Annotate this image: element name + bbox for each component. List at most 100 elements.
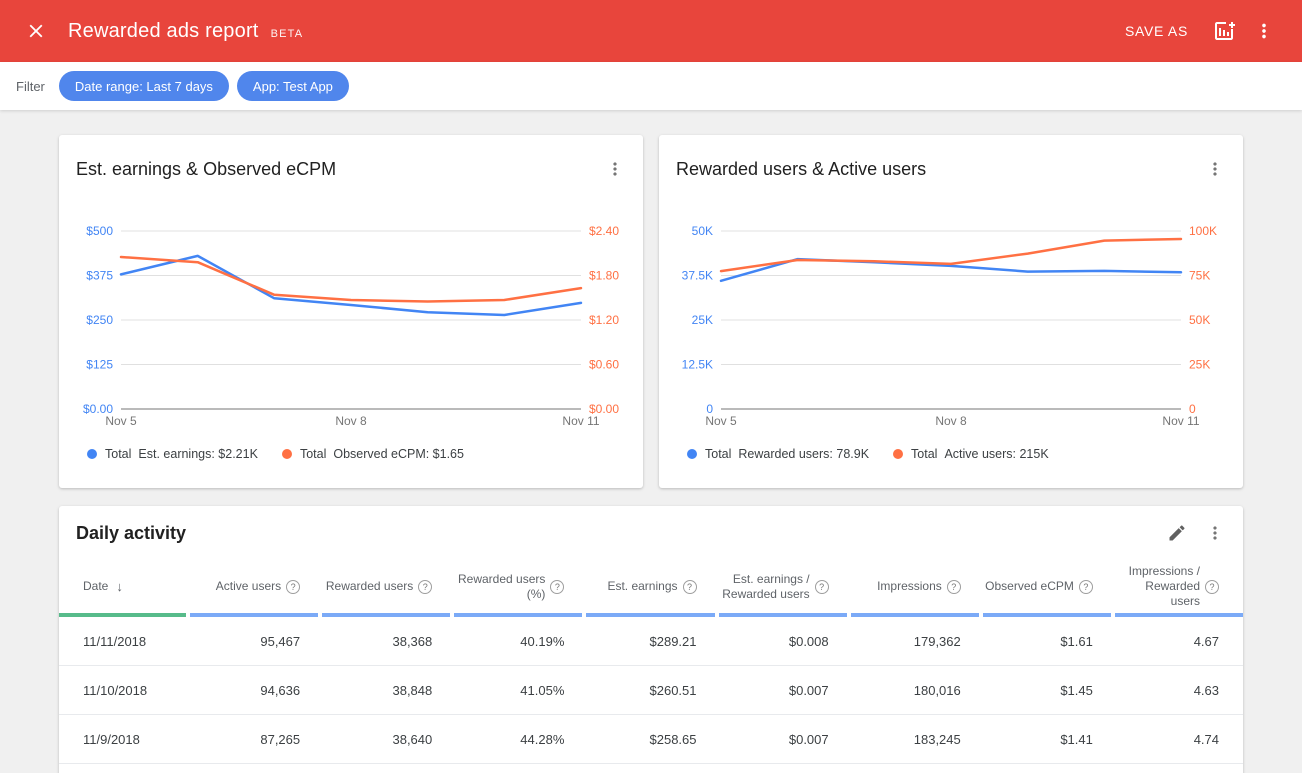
daily-table-header-row: Date↓Active users?Rewarded users?Rewarde…: [59, 560, 1243, 617]
legend-dot: [282, 449, 292, 459]
table-actions: [1165, 521, 1227, 545]
title-group: Rewarded ads report BETA: [68, 20, 303, 43]
value-cell: $1.41: [983, 715, 1111, 763]
column-header-rewarded-users[interactable]: Rewarded users?: [322, 560, 450, 617]
overflow-menu-icon[interactable]: [1252, 19, 1276, 43]
svg-text:Nov 8: Nov 8: [335, 414, 367, 428]
svg-text:50K: 50K: [692, 224, 713, 238]
svg-text:75K: 75K: [1189, 269, 1210, 283]
column-header-impressions[interactable]: Impressions?: [851, 560, 979, 617]
rewarded-active-users-card: Rewarded users & Active users 0012.5K25K…: [659, 135, 1243, 488]
svg-text:$1.20: $1.20: [589, 313, 619, 327]
column-header-date[interactable]: Date ↓: [59, 560, 186, 617]
app-bar-actions: SAVE AS: [1117, 17, 1276, 45]
legend-prefix: Total: [705, 447, 731, 461]
value-cell: 180,016: [851, 666, 979, 714]
close-icon[interactable]: [24, 19, 48, 43]
legend-text: Observed eCPM: $1.65: [333, 447, 464, 461]
svg-text:$1.80: $1.80: [589, 269, 619, 283]
filter-chip-app[interactable]: App: Test App: [237, 71, 349, 101]
save-as-button[interactable]: SAVE AS: [1117, 17, 1196, 45]
chart-title: Rewarded users & Active users: [676, 157, 926, 181]
column-label: Est. earnings / Rewarded users: [719, 572, 810, 602]
chart-menu-icon[interactable]: [1203, 157, 1227, 181]
legend-item: Total Active users: 215K: [893, 447, 1049, 461]
legend-text: Est. earnings: $2.21K: [138, 447, 258, 461]
value-cell: 4.67: [1115, 617, 1243, 665]
rewarded-active-users-chart[interactable]: 0012.5K25K25K50K37.5K75K50K100KNov 5Nov …: [675, 199, 1227, 435]
value-cell: $289.21: [586, 617, 714, 665]
value-cell: 4.63: [1115, 666, 1243, 714]
help-icon[interactable]: ?: [1079, 580, 1093, 594]
value-cell: $0.007: [719, 715, 847, 763]
chart-legend: Total Est. earnings: $2.21K Total Observ…: [87, 447, 643, 461]
daily-activity-card: Daily activity Date↓Active users?Rewarde…: [59, 506, 1243, 773]
column-label: Observed eCPM: [985, 579, 1074, 594]
value-cell: $260.51: [586, 666, 714, 714]
help-icon[interactable]: ?: [1205, 580, 1219, 594]
value-cell: $0.007: [719, 666, 847, 714]
table-row[interactable]: 11/10/201894,63638,84841.05%$260.51$0.00…: [59, 666, 1243, 715]
legend-dot: [893, 449, 903, 459]
value-cell: $1.61: [983, 617, 1111, 665]
column-header-impressions-rewarded-users[interactable]: Impressions / Rewarded users?: [1115, 560, 1243, 617]
column-label: Date: [83, 579, 108, 594]
legend-dot: [687, 449, 697, 459]
svg-text:$0.60: $0.60: [589, 358, 619, 372]
value-cell: 179,362: [851, 617, 979, 665]
help-icon[interactable]: ?: [815, 580, 829, 594]
value-cell: 87,265: [190, 715, 318, 763]
app-bar: Rewarded ads report BETA SAVE AS: [0, 0, 1302, 62]
svg-text:$250: $250: [86, 313, 113, 327]
table-menu-icon[interactable]: [1203, 521, 1227, 545]
value-cell: 38,368: [322, 617, 450, 665]
date-cell: 11/9/2018: [59, 715, 186, 763]
add-chart-icon[interactable]: [1212, 19, 1236, 43]
value-cell: $0.008: [719, 617, 847, 665]
date-cell: 11/11/2018: [59, 617, 186, 665]
value-cell: 183,245: [851, 715, 979, 763]
help-icon[interactable]: ?: [683, 580, 697, 594]
svg-text:Nov 8: Nov 8: [935, 414, 967, 428]
date-cell: 11/10/2018: [59, 666, 186, 714]
table-row[interactable]: 11/11/201895,46738,36840.19%$289.21$0.00…: [59, 617, 1243, 666]
svg-text:100K: 100K: [1189, 224, 1217, 238]
page-title: Rewarded ads report: [68, 20, 259, 43]
earnings-ecpm-chart[interactable]: $0.00$0.00$125$0.60$250$1.20$375$1.80$50…: [75, 199, 627, 435]
chart-menu-icon[interactable]: [603, 157, 627, 181]
value-cell: $1.45: [983, 666, 1111, 714]
help-icon[interactable]: ?: [418, 580, 432, 594]
filter-bar: Filter Date range: Last 7 days App: Test…: [0, 62, 1302, 110]
column-header-est-earnings[interactable]: Est. earnings?: [586, 560, 714, 617]
column-label: Rewarded users: [326, 579, 413, 594]
svg-text:25K: 25K: [692, 313, 713, 327]
table-row[interactable]: 11/9/201887,26538,64044.28%$258.65$0.007…: [59, 715, 1243, 764]
value-cell: 4.74: [1115, 715, 1243, 763]
help-icon[interactable]: ?: [550, 580, 564, 594]
column-label: Active users: [216, 579, 281, 594]
beta-badge: BETA: [271, 28, 304, 40]
column-underline: [983, 613, 1111, 617]
daily-activity-title: Daily activity: [76, 521, 186, 545]
edit-icon[interactable]: [1165, 521, 1189, 545]
svg-text:$2.40: $2.40: [589, 224, 619, 238]
card-header: Daily activity: [59, 506, 1243, 545]
svg-text:25K: 25K: [1189, 358, 1210, 372]
filter-chip-date-range[interactable]: Date range: Last 7 days: [59, 71, 229, 101]
help-icon[interactable]: ?: [947, 580, 961, 594]
column-underline: [719, 613, 847, 617]
help-icon[interactable]: ?: [286, 580, 300, 594]
svg-text:50K: 50K: [1189, 313, 1210, 327]
column-header-rewarded-users-pct[interactable]: Rewarded users (%)?: [454, 560, 582, 617]
column-underline: [190, 613, 318, 617]
column-header-observed-ecpm[interactable]: Observed eCPM?: [983, 560, 1111, 617]
column-underline: [322, 613, 450, 617]
column-header-est-earnings-rewarded-users[interactable]: Est. earnings / Rewarded users?: [719, 560, 847, 617]
sort-descending-icon[interactable]: ↓: [116, 579, 123, 594]
legend-dot: [87, 449, 97, 459]
column-underline: [1115, 613, 1243, 617]
svg-text:$125: $125: [86, 358, 113, 372]
svg-text:$375: $375: [86, 269, 113, 283]
value-cell: 95,467: [190, 617, 318, 665]
column-header-active-users[interactable]: Active users?: [190, 560, 318, 617]
